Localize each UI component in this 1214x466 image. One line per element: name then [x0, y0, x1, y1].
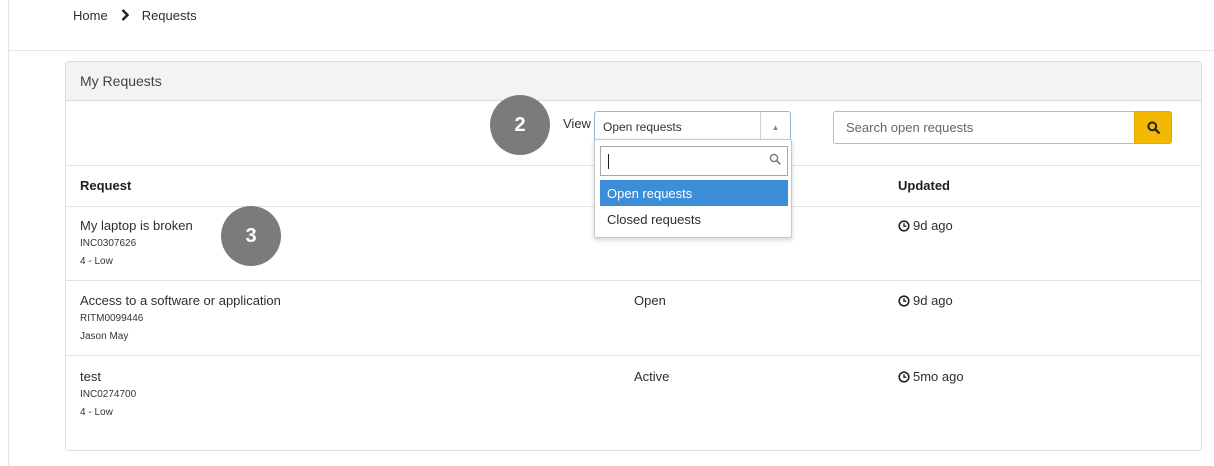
breadcrumb-home[interactable]: Home — [73, 8, 108, 23]
request-priority: 4 - Low — [80, 256, 113, 267]
request-search — [833, 111, 1172, 144]
request-requester: Jason May — [80, 331, 129, 342]
request-title[interactable]: My laptop is broken — [80, 218, 193, 233]
header-divider — [8, 50, 1214, 51]
search-button[interactable] — [1134, 111, 1172, 144]
header-updated[interactable]: Updated — [898, 178, 950, 193]
view-dropdown: Open requests Closed requests — [594, 139, 792, 238]
chevron-right-icon — [121, 9, 129, 21]
search-input[interactable] — [833, 111, 1134, 144]
left-border — [8, 0, 9, 466]
request-priority: 4 - Low — [80, 407, 113, 418]
breadcrumb-current: Requests — [141, 7, 197, 23]
header-request[interactable]: Request — [80, 178, 131, 193]
row-divider — [66, 355, 1201, 356]
request-number: INC0274700 — [80, 389, 137, 400]
view-select-value: Open requests — [603, 120, 682, 134]
dropdown-option-closed[interactable]: Closed requests — [600, 206, 788, 232]
text-cursor — [608, 153, 609, 169]
updated-text: 5mo ago — [913, 369, 964, 384]
view-label: View — [563, 116, 591, 131]
clock-icon — [898, 370, 910, 383]
step-marker-3: 3 — [221, 206, 281, 266]
updated-text: 9d ago — [913, 218, 953, 233]
row-divider — [66, 280, 1201, 281]
request-title[interactable]: test — [80, 369, 101, 384]
search-icon — [1146, 121, 1160, 134]
search-icon — [769, 153, 781, 165]
clock-icon — [898, 294, 910, 307]
clock-icon — [898, 219, 910, 232]
request-number: INC0307626 — [80, 238, 137, 249]
caret-up-icon[interactable]: ▲ — [760, 112, 790, 142]
request-updated: 9d ago — [898, 293, 953, 308]
step-marker-2: 2 — [490, 95, 550, 155]
dropdown-search-input[interactable] — [600, 146, 788, 176]
request-updated: 5mo ago — [898, 369, 964, 384]
breadcrumb: Home Requests — [73, 6, 197, 24]
request-state: Active — [634, 369, 670, 384]
updated-text: 9d ago — [913, 293, 953, 308]
panel-title: My Requests — [66, 62, 1201, 101]
dropdown-option-open[interactable]: Open requests — [600, 180, 788, 206]
request-number: RITM0099446 — [80, 313, 144, 324]
request-state: Open — [634, 293, 666, 308]
request-updated: 9d ago — [898, 218, 953, 233]
request-title[interactable]: Access to a software or application — [80, 293, 281, 308]
